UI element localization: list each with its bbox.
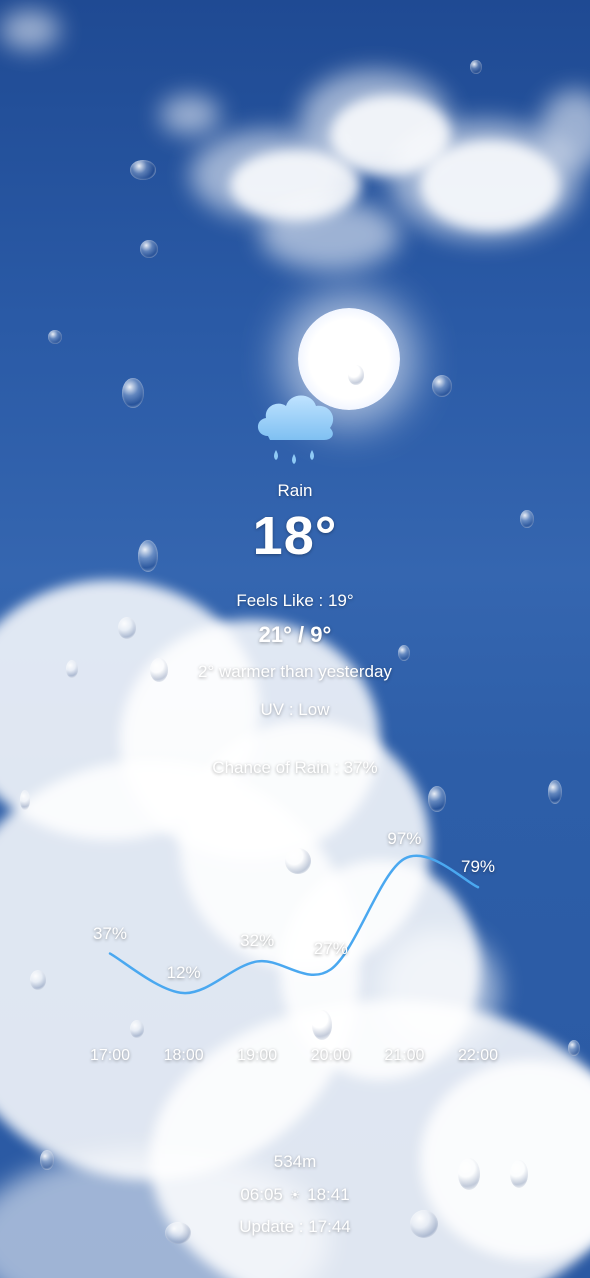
sun-icon: ☀: [289, 1188, 301, 1202]
rain-chance-line: [108, 854, 480, 995]
precipitation-line-svg: [108, 854, 480, 995]
rain-chance-label: 27%: [313, 939, 348, 959]
condition-label: Rain: [277, 481, 313, 500]
uv-index: UV : Low: [260, 700, 330, 719]
sunrise-time: 06:05: [240, 1185, 283, 1204]
hour-label: 17:00: [89, 1047, 131, 1064]
hour-label: 19:00: [237, 1047, 278, 1064]
altitude: 534m: [273, 1152, 317, 1171]
precipitation-chart: 37% 12% 32% 27% 97% 79%: [0, 820, 590, 1080]
high-low-temperature: 21° / 9°: [258, 622, 332, 647]
update-time: Update : 17:44: [239, 1217, 351, 1236]
yesterday-comparison: 2° warmer than yesterday: [198, 662, 392, 681]
feels-like: Feels Like : 19°: [236, 591, 354, 610]
rain-chance-label: 37%: [92, 923, 128, 943]
hour-label: 18:00: [163, 1047, 204, 1064]
hour-label: 20:00: [310, 1047, 351, 1064]
rain-chance-label: 12%: [166, 963, 201, 983]
sunrise-sunset: 06:05 ☀ 18:41: [0, 1185, 590, 1205]
hour-label: 22:00: [457, 1047, 499, 1064]
chance-of-rain: Chance of Rain : 37%: [212, 758, 378, 777]
hour-label: 21:00: [384, 1047, 425, 1064]
sunset-time: 18:41: [307, 1185, 350, 1204]
current-temperature: 18°: [252, 506, 338, 566]
rain-chance-label: 97%: [387, 828, 422, 848]
rain-chance-label: 32%: [240, 931, 275, 951]
rain-cloud-icon: [257, 395, 334, 464]
rain-chance-label: 79%: [460, 857, 496, 877]
